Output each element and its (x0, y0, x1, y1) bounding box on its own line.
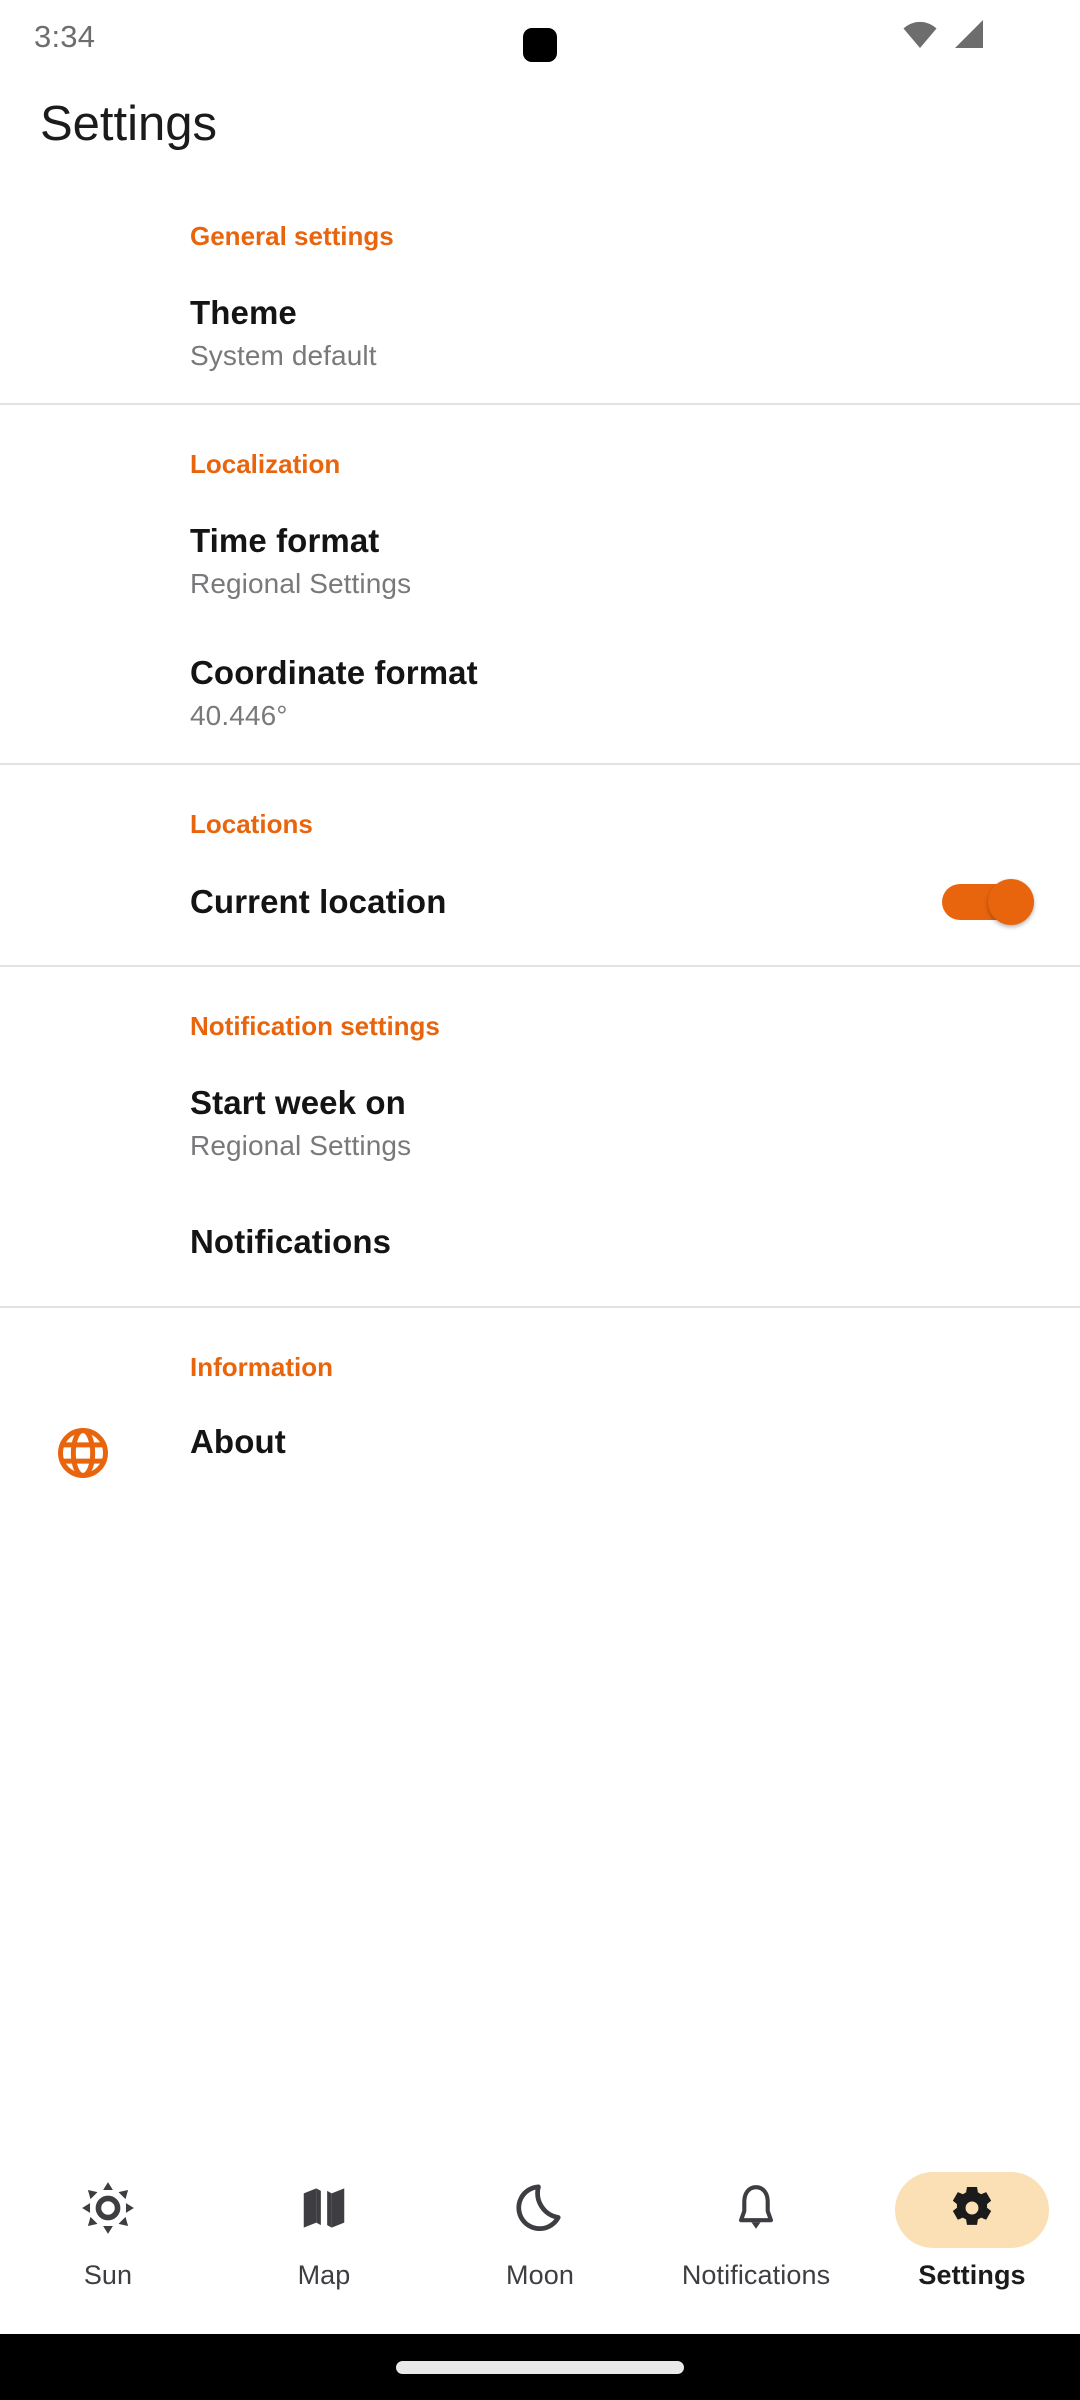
sun-icon (80, 2180, 136, 2241)
nav-item-moon[interactable]: Moon (432, 2172, 648, 2291)
camera-punch-hole-icon (523, 28, 557, 62)
bell-icon (730, 2182, 782, 2239)
setting-subtitle: 40.446° (190, 699, 288, 731)
page-title: Settings (40, 97, 218, 151)
section-general-settings: General settings Theme System default (0, 223, 1080, 403)
settings-screen: 3:34 Settings General settings Theme Sys… (0, 0, 1080, 2400)
section-notification-settings: Notification settings Start week on Regi… (0, 967, 1080, 1305)
section-header-locations: Locations (190, 809, 313, 840)
nav-label: Map (297, 2260, 351, 2290)
status-bar: 3:34 (0, 0, 1080, 72)
bottom-navigation-bar: Sun Map Moon Notifications Settings (0, 2154, 1080, 2334)
current-location-toggle[interactable] (942, 879, 1034, 926)
setting-title: Theme (190, 294, 297, 332)
setting-title: Coordinate format (190, 654, 478, 692)
moon-icon (513, 2181, 567, 2240)
cellular-signal-icon (952, 19, 984, 54)
setting-row-theme[interactable]: Theme System default (0, 249, 1080, 403)
setting-title: Current location (190, 883, 447, 921)
section-header-general-settings: General settings (190, 221, 394, 252)
setting-row-time-format[interactable]: Time format Regional Settings (0, 477, 1080, 629)
setting-row-notifications[interactable]: Notifications (0, 1192, 1080, 1306)
wifi-icon (902, 19, 938, 54)
setting-row-coordinate-format[interactable]: Coordinate format 40.446° (0, 629, 1080, 763)
setting-row-about[interactable]: About (0, 1380, 1080, 1492)
settings-list[interactable]: General settings Theme System default Lo… (0, 155, 1080, 2154)
home-handle[interactable] (396, 2360, 684, 2374)
gear-icon (947, 2183, 997, 2238)
nav-item-map[interactable]: Map (216, 2172, 432, 2291)
status-clock: 3:34 (34, 18, 96, 54)
globe-icon (56, 1426, 110, 1480)
section-information: Information About (0, 1308, 1080, 1492)
section-header-localization: Localization (190, 449, 341, 480)
setting-subtitle: Regional Settings (190, 1129, 412, 1161)
setting-subtitle: Regional Settings (190, 567, 412, 599)
nav-label: Notifications (681, 2260, 831, 2290)
status-bar-icons (902, 19, 984, 54)
setting-title: About (190, 1422, 286, 1460)
setting-row-start-week-on[interactable]: Start week on Regional Settings (0, 1039, 1080, 1191)
setting-title: Notifications (190, 1222, 392, 1260)
nav-item-sun[interactable]: Sun (0, 2172, 216, 2291)
section-header-notification-settings: Notification settings (190, 1011, 440, 1042)
section-header-information: Information (190, 1351, 333, 1382)
nav-item-notifications[interactable]: Notifications (648, 2172, 864, 2291)
nav-pill-selected (895, 2172, 1049, 2248)
gesture-navigation-bar (0, 2334, 1080, 2400)
nav-pill (679, 2172, 833, 2248)
nav-label: Settings (918, 2260, 1026, 2290)
setting-subtitle: System default (190, 339, 377, 371)
nav-label: Moon (506, 2260, 574, 2290)
nav-pill (31, 2172, 185, 2248)
setting-title: Start week on (190, 1084, 406, 1122)
toggle-thumb (988, 879, 1034, 926)
nav-item-settings[interactable]: Settings (864, 2172, 1080, 2291)
section-locations: Locations Current location (0, 765, 1080, 965)
setting-row-current-location[interactable]: Current location (0, 837, 1080, 965)
map-icon (297, 2181, 351, 2240)
nav-pill (247, 2172, 401, 2248)
setting-title: Time format (190, 522, 380, 560)
nav-pill (463, 2172, 617, 2248)
nav-label: Sun (83, 2260, 133, 2290)
section-localization: Localization Time format Regional Settin… (0, 405, 1080, 763)
